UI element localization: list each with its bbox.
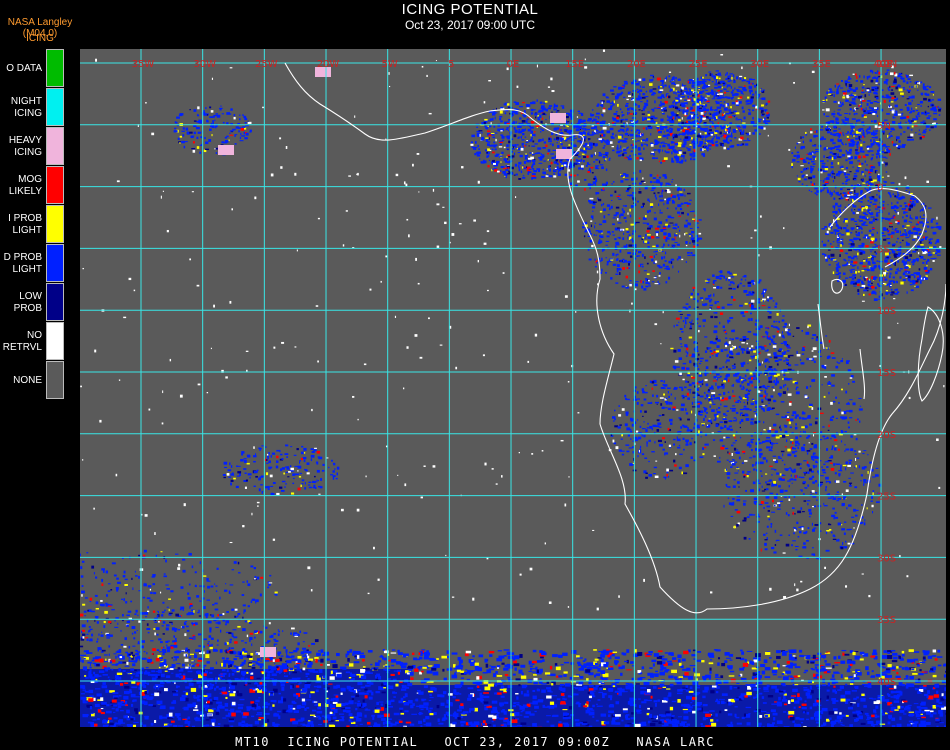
legend-swatch xyxy=(46,127,64,165)
legend-item: NIGHT ICING xyxy=(0,88,64,127)
legend-swatch xyxy=(46,283,64,321)
latitude-label: 25S xyxy=(877,492,896,503)
legend-item-label: HEAVY ICING xyxy=(8,134,42,158)
legend-item: I PROB LIGHT xyxy=(0,205,64,244)
longitude-label: 15E xyxy=(565,59,584,70)
longitude-label: 30W xyxy=(193,59,216,70)
legend-swatch xyxy=(46,88,64,126)
heavy-icing-spot xyxy=(550,113,566,123)
latitude-label: 35S xyxy=(877,615,896,626)
legend-item: O DATA xyxy=(0,49,64,88)
latitude-label: 10S xyxy=(877,306,896,317)
legend-item-label: O DATA xyxy=(6,62,42,74)
coastline-lake-victoria xyxy=(831,278,844,294)
footer-caption: MT10 ICING POTENTIAL OCT 23, 2017 09:00Z… xyxy=(235,735,715,749)
longitude-label: 25E xyxy=(689,59,708,70)
legend-item: NONE xyxy=(0,361,64,400)
longitude-label: 20W xyxy=(317,59,340,70)
legend-item-label: LOW PROB xyxy=(13,290,42,314)
latitude-label: 0 xyxy=(877,183,883,194)
legend-swatch xyxy=(46,361,64,399)
legend-item-label: NIGHT ICING xyxy=(10,95,42,119)
lat-lon-grid xyxy=(80,49,946,727)
legend-item-label: NONE xyxy=(13,374,42,386)
product-label: ICING xyxy=(26,33,54,44)
legend-swatch xyxy=(46,244,64,282)
page-title: ICING POTENTIAL xyxy=(401,1,539,18)
icing-pixels-layer xyxy=(80,49,946,727)
legend-swatch xyxy=(46,166,64,204)
legend-item-label: MOG LIKELY xyxy=(8,173,42,197)
longitude-label: 5W xyxy=(382,59,398,70)
longitude-label: 35W xyxy=(132,59,155,70)
longitude-label: 25W xyxy=(255,59,278,70)
longitude-label: 20E xyxy=(627,59,646,70)
longitude-label: 0E xyxy=(507,59,520,70)
latitude-label: 5S xyxy=(877,244,890,255)
legend-swatch xyxy=(46,49,64,87)
legend-item: D PROB LIGHT xyxy=(0,244,64,283)
page-subtitle: Oct 23, 2017 09:00 UTC xyxy=(404,18,536,32)
latitude-label: 5N xyxy=(877,121,891,132)
longitude-label: 30E xyxy=(750,59,769,70)
coastline-madagascar xyxy=(917,306,944,402)
heavy-icing-spot xyxy=(556,149,572,159)
legend-item-label: D PROB LIGHT xyxy=(3,251,42,275)
legend-item: HEAVY ICING xyxy=(0,127,64,166)
latitude-label: 30S xyxy=(877,553,896,564)
map-canvas: 35W 30W 25W 20W 5W 5 0E 15E 20E 25E 30E 35E 40E10N5N… xyxy=(80,49,946,727)
coastline-layer xyxy=(284,62,946,614)
latitude-label: 20S xyxy=(877,430,896,441)
coastline-west-africa xyxy=(284,62,946,614)
heavy-icing-spot xyxy=(260,647,276,657)
legend-swatch xyxy=(46,205,64,243)
legend-item: NO RETRVL xyxy=(0,322,64,361)
legend-item-label: NO RETRVL xyxy=(2,329,42,353)
legend-item: LOW PROB xyxy=(0,283,64,322)
legend-item: MOG LIKELY xyxy=(0,166,64,205)
icing-map: 35W 30W 25W 20W 5W 5 0E 15E 20E 25E 30E 35E 40E 10N 5N… xyxy=(80,49,946,727)
coastline-lake-malawi xyxy=(859,348,866,400)
heavy-icing-spot xyxy=(218,145,234,155)
legend-swatch xyxy=(46,322,64,360)
legend-item-label: I PROB LIGHT xyxy=(8,212,42,236)
latitude-label: 40S xyxy=(877,677,896,688)
longitude-label: 5 xyxy=(448,59,454,70)
longitude-label: 35E xyxy=(812,59,831,70)
latitude-label: 10N xyxy=(877,59,897,70)
latitude-label: 15S xyxy=(877,368,896,379)
